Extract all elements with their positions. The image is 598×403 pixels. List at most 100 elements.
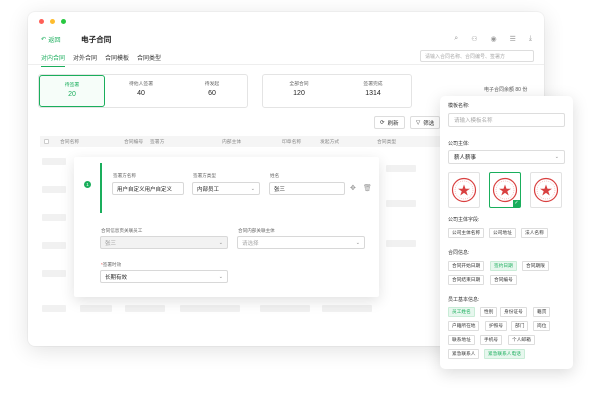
field-tag[interactable]: 紧急联系人电话 xyxy=(484,349,525,359)
title-bar: ↶ 返回 电子合同 ⌕ ⚇ ◉ ☰ ⤓ xyxy=(28,32,544,52)
page-title: 电子合同 xyxy=(81,35,112,44)
stat-completed[interactable]: 签署完成 1314 xyxy=(335,75,411,107)
related-employee-select: 张三 ⌄ xyxy=(100,236,228,249)
company-select[interactable]: 薪人薪事 ⌄ xyxy=(448,150,565,164)
field-tag[interactable]: 签约日期 xyxy=(490,261,517,271)
field-tag[interactable]: 籍贯 xyxy=(533,307,551,317)
drag-handle-icon[interactable]: ✥ xyxy=(350,184,356,192)
field-tag[interactable]: 合同编号 xyxy=(490,275,517,285)
search-input[interactable]: 请输入合同名称、合同编号、签署方 xyxy=(420,50,534,62)
chevron-down-icon: ⌄ xyxy=(250,185,255,192)
chevron-down-icon: ⌄ xyxy=(218,239,223,246)
field-tag[interactable]: 公司主体名称 xyxy=(448,228,485,238)
step-accent-line xyxy=(100,163,102,213)
chevron-down-icon: ⌄ xyxy=(355,239,360,246)
table-row xyxy=(42,242,66,249)
field-tag[interactable]: 护照号 xyxy=(485,321,508,331)
person-name-value: 张三 xyxy=(274,186,286,193)
field-tag[interactable]: 公司地址 xyxy=(489,228,516,238)
col-initiate-method: 发起方式 xyxy=(320,140,340,145)
internal-subject-placeholder: 请选择 xyxy=(242,240,259,247)
search-icon[interactable]: ⌕ xyxy=(454,35,458,43)
select-all-checkbox[interactable] xyxy=(44,139,49,144)
window-controls xyxy=(39,19,66,24)
seal-stamp-icon xyxy=(451,177,477,203)
back-button[interactable]: ↶ 返回 xyxy=(41,35,61,44)
stats-group-summary: 全部合同 120 签署完成 1314 xyxy=(262,74,412,108)
table-row xyxy=(260,305,310,312)
contract-balance: 电子合同余额 80 份 xyxy=(484,87,528,93)
table-row xyxy=(42,158,66,165)
person-name-field[interactable]: 张三 xyxy=(269,182,345,195)
field-tag[interactable]: 合同结束日期 xyxy=(448,275,485,285)
stat-all-contracts[interactable]: 全部合同 120 xyxy=(263,75,335,107)
validity-select[interactable]: 长期有效 ⌄ xyxy=(100,270,228,283)
chevron-down-icon: ⌄ xyxy=(218,273,223,280)
signer-type-select[interactable]: 内部员工 ⌄ xyxy=(192,182,260,195)
tabs-divider xyxy=(28,64,544,65)
table-row xyxy=(180,305,240,312)
stat-others-sign[interactable]: 待他人签署 40 xyxy=(105,75,177,107)
download-icon[interactable]: ⤓ xyxy=(529,35,532,43)
table-row xyxy=(386,165,416,172)
stat-to-initiate[interactable]: 待发起 60 xyxy=(177,75,247,107)
field-tag[interactable]: 紧急联系人 xyxy=(448,349,480,359)
field-tag[interactable]: 部门 xyxy=(511,321,529,331)
table-row xyxy=(42,214,66,221)
template-name-placeholder: 请输入模板名称 xyxy=(454,118,493,124)
field-tag[interactable]: 身份证号 xyxy=(500,307,527,317)
org-icon[interactable]: ⚇ xyxy=(471,35,477,43)
table-row xyxy=(322,305,372,312)
field-tag[interactable]: 个人邮箱 xyxy=(508,335,535,345)
related-employee-value: 张三 xyxy=(105,240,117,247)
field-tag[interactable]: 合同期限 xyxy=(522,261,549,271)
internal-subject-select[interactable]: 请选择 ⌄ xyxy=(237,236,365,249)
field-tag[interactable]: 户籍所在地 xyxy=(448,321,480,331)
back-label: 返回 xyxy=(48,37,61,44)
filter-icon: ▽ xyxy=(416,119,421,126)
maximize-dot[interactable] xyxy=(61,19,66,24)
seal-stamp-icon xyxy=(533,177,559,203)
stat-label: 待签署 xyxy=(64,83,80,88)
signer-name-value: 用户自定义用户自定义 xyxy=(117,186,173,193)
table-row xyxy=(42,305,66,312)
internal-subject-label: 合同内部关联主体 xyxy=(238,228,275,233)
stat-value: 1314 xyxy=(365,90,381,97)
delete-icon[interactable]: 🗑 xyxy=(363,184,372,192)
seal-option-2[interactable]: ✓ xyxy=(489,172,521,208)
signer-name-field[interactable]: 用户自定义用户自定义 xyxy=(112,182,184,195)
field-tag[interactable]: 手机号 xyxy=(480,335,503,345)
seal-option-3[interactable] xyxy=(530,172,562,208)
field-tag[interactable]: 员工姓名 xyxy=(448,307,475,317)
template-name-input[interactable]: 请输入模板名称 xyxy=(448,113,565,127)
list-icon[interactable]: ☰ xyxy=(510,35,516,43)
table-row xyxy=(42,186,66,193)
field-tag[interactable]: 岗位 xyxy=(533,321,551,331)
seal-option-1[interactable] xyxy=(448,172,480,208)
col-contract-number: 合同编号 xyxy=(124,140,144,145)
validity-label: *签署时效 xyxy=(101,262,121,268)
table-row xyxy=(42,270,66,277)
contract-info-label: 合同信息: xyxy=(448,250,470,256)
step-badge: 1 xyxy=(84,181,91,188)
signer-name-label: 签署方名称 xyxy=(113,173,136,178)
field-tag[interactable]: 联系地址 xyxy=(448,335,475,345)
stat-to-sign[interactable]: 待签署 20 xyxy=(39,75,105,107)
filter-button[interactable]: ▽ 筛选 xyxy=(410,116,441,129)
minimize-dot[interactable] xyxy=(50,19,55,24)
filter-label: 筛选 xyxy=(423,120,435,127)
stat-value: 60 xyxy=(208,90,216,97)
field-tag[interactable]: 法人名称 xyxy=(521,228,548,238)
field-tag[interactable]: 性别 xyxy=(480,307,498,317)
eye-icon[interactable]: ◉ xyxy=(491,35,497,43)
company-label: 公司主体: xyxy=(448,141,470,147)
employee-info-label: 员工基本信息: xyxy=(448,297,480,303)
company-fields-label: 公司主体字段: xyxy=(448,217,480,223)
related-employee-label: 合同信息页关联员工 xyxy=(101,228,143,233)
field-tag[interactable]: 合同开始日期 xyxy=(448,261,485,271)
stat-label: 签署完成 xyxy=(363,82,383,87)
refresh-button[interactable]: ⟳ 刷新 xyxy=(374,116,405,129)
chevron-down-icon: ⌄ xyxy=(554,154,559,160)
company-value: 薪人薪事 xyxy=(454,155,477,161)
close-dot[interactable] xyxy=(39,19,44,24)
